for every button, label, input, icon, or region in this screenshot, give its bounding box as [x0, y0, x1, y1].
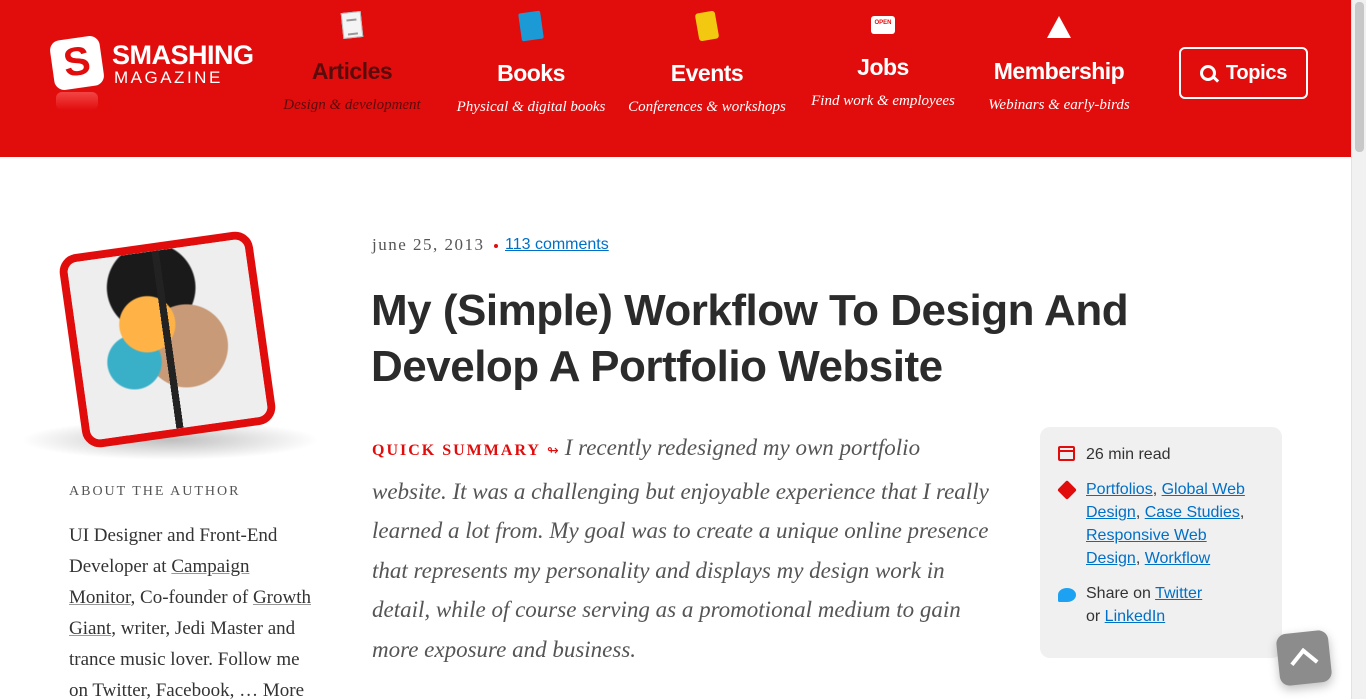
quick-summary: QUICK SUMMARY ↬ I recently redesigned my o…: [372, 428, 992, 669]
share-twitter-link[interactable]: Twitter: [1155, 585, 1202, 602]
back-to-top-button[interactable]: [1275, 629, 1333, 687]
nav-jobs-sub: Find work & employees: [811, 93, 955, 109]
nav-articles-sub: Design & development: [283, 97, 421, 113]
article-meta-box: 26 min read Portfolios, Global Web Desig…: [1040, 427, 1282, 658]
comments-link[interactable]: 113 comments: [505, 236, 609, 254]
nav-books-label: Books: [497, 60, 565, 86]
topics-label: Topics: [1225, 61, 1288, 84]
nav-books[interactable]: Books Physical & digital books: [443, 10, 619, 116]
article-date: june 25, 2013: [372, 235, 485, 254]
twitter-icon: [1058, 588, 1076, 602]
nav-jobs[interactable]: OPEN Jobs Find work & employees: [795, 12, 971, 110]
article-title: My (Simple) Workflow To Design And Devel…: [371, 286, 1129, 391]
summary-arrow-icon: ↬: [546, 444, 559, 459]
tag-icon-wrap: [1057, 478, 1086, 500]
site-logo[interactable]: S SMASHING MAGAZINE: [48, 34, 267, 110]
about-author-label: ABOUT THE AUTHOR: [69, 484, 241, 499]
topics-button[interactable]: Topics: [1179, 47, 1308, 99]
nav-articles[interactable]: Articles Design & development: [264, 11, 440, 114]
read-time-row: 26 min read: [1058, 443, 1264, 466]
share-linkedin-link[interactable]: LinkedIn: [1105, 608, 1166, 625]
nav-jobs-label: Jobs: [857, 54, 909, 80]
scrollbar-thumb[interactable]: [1355, 2, 1364, 152]
quick-summary-text: I recently redesigned my own portfolio w…: [372, 435, 989, 662]
nav-membership-label: Membership: [993, 58, 1125, 84]
calendar-icon-wrap: [1058, 443, 1086, 461]
ticket-icon: [694, 10, 720, 42]
document-icon: [340, 11, 364, 39]
open-sign-icon: OPEN: [871, 16, 895, 34]
boat-icon: [1047, 16, 1071, 38]
calendar-icon: [1058, 446, 1075, 461]
share-or: or: [1086, 608, 1105, 625]
site-header: S SMASHING MAGAZINE Articles Design & de…: [0, 0, 1351, 157]
date-separator-dot: [494, 244, 498, 248]
tag-link-portfolios[interactable]: Portfolios: [1086, 481, 1153, 498]
quick-summary-label: QUICK SUMMARY: [372, 442, 541, 459]
nav-books-sub: Physical & digital books: [456, 99, 606, 115]
scrollbar[interactable]: [1351, 0, 1366, 699]
search-icon: [1199, 65, 1216, 81]
tag-icon: [1057, 480, 1077, 500]
logo-mark-letter: S: [60, 38, 94, 86]
twitter-icon-wrap: [1058, 582, 1086, 602]
logo-mark-icon: S: [48, 34, 106, 92]
logo-subtitle: MAGAZINE: [114, 68, 223, 87]
tag-link-workflow[interactable]: Workflow: [1145, 550, 1211, 567]
nav-events-sub: Conferences & workshops: [628, 99, 786, 115]
author-more-link[interactable]: More: [263, 680, 304, 699]
share-prefix: Share on: [1086, 585, 1156, 602]
read-time: 26 min read: [1086, 446, 1171, 463]
author-avatar[interactable]: [57, 229, 278, 450]
share-row: Share on Twitter or LinkedIn: [1058, 582, 1264, 628]
logo-reflection: [56, 92, 98, 110]
nav-membership-sub: Webinars & early-birds: [988, 97, 1130, 113]
nav-events[interactable]: Events Conferences & workshops: [619, 10, 795, 116]
logo-title: SMASHING: [112, 40, 254, 70]
tags-list: Portfolios, Global Web Design, Case Stud…: [1086, 481, 1245, 567]
tag-link-case-studies[interactable]: Case Studies: [1145, 504, 1240, 521]
open-sign-text: OPEN: [874, 20, 892, 26]
nav-articles-label: Articles: [311, 58, 393, 84]
author-bio-text-2: , Co-founder of: [130, 587, 253, 608]
nav-events-label: Events: [670, 60, 744, 86]
book-icon: [518, 10, 544, 42]
nav-membership[interactable]: Membership Webinars & early-birds: [971, 12, 1147, 114]
share-text: Share on Twitter or LinkedIn: [1086, 582, 1202, 628]
author-bio: UI Designer and Front-End Developer at C…: [69, 520, 319, 699]
author-photo: [66, 238, 269, 441]
tags-row: Portfolios, Global Web Design, Case Stud…: [1057, 478, 1264, 570]
